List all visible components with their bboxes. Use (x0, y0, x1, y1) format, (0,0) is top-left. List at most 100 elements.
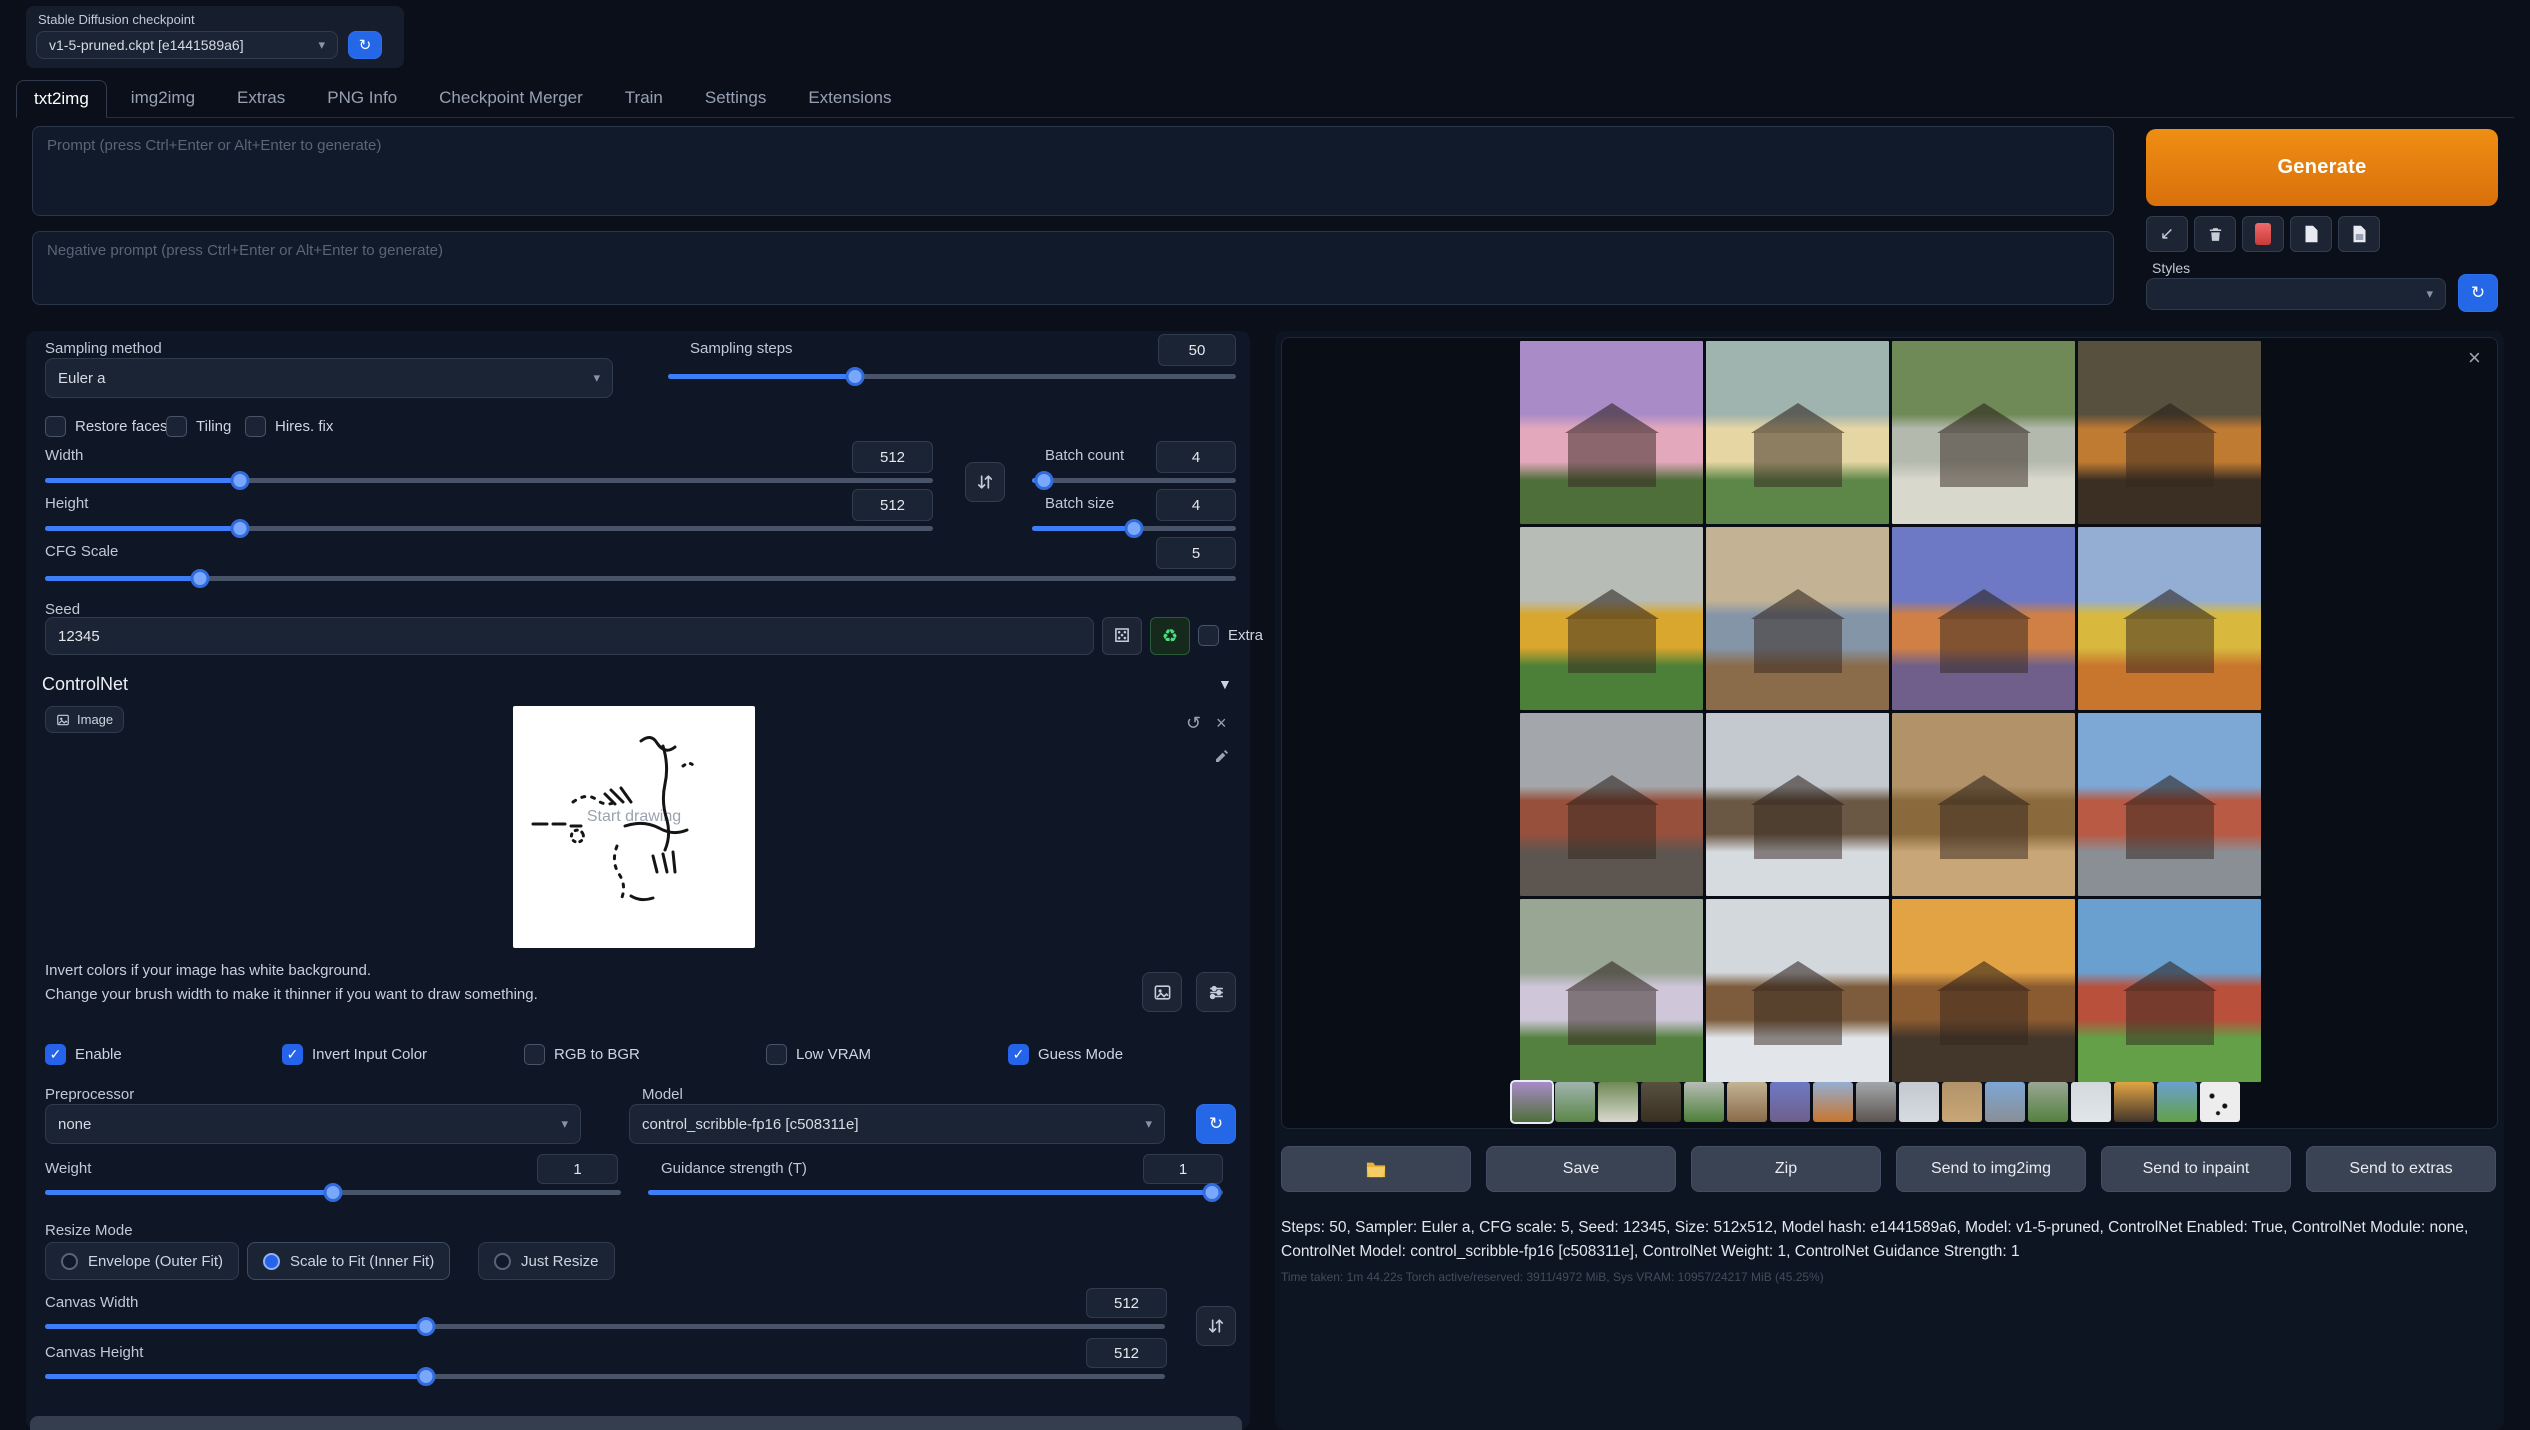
gallery-image[interactable] (1520, 899, 1703, 1082)
batch-size-value[interactable] (1156, 489, 1236, 521)
gallery-thumbnail[interactable] (1512, 1082, 1552, 1122)
collapse-arrow-icon[interactable]: ▼ (1218, 676, 1232, 692)
tab-extensions[interactable]: Extensions (790, 79, 909, 117)
tab-img2img[interactable]: img2img (113, 79, 213, 117)
gallery-thumbnail[interactable] (1899, 1082, 1939, 1122)
apply-style-button[interactable] (2290, 216, 2332, 252)
extra-networks-button[interactable] (2242, 216, 2284, 252)
gallery-image[interactable] (1892, 713, 2075, 896)
gallery-image[interactable] (1892, 341, 2075, 524)
width-value[interactable] (852, 441, 933, 473)
preprocessor-dropdown[interactable]: none ▾ (45, 1104, 581, 1144)
gallery-image[interactable] (2078, 899, 2261, 1082)
sampling-method-dropdown[interactable]: Euler a ▾ (45, 358, 613, 398)
height-slider[interactable] (45, 518, 933, 539)
gallery-image[interactable] (2078, 527, 2261, 710)
clear-prompt-button[interactable] (2194, 216, 2236, 252)
swap-canvas-dimensions-button[interactable] (1196, 1306, 1236, 1346)
tab-train[interactable]: Train (607, 79, 681, 117)
model-dropdown[interactable]: control_scribble-fp16 [c508311e] ▾ (629, 1104, 1165, 1144)
gallery-thumbnail[interactable] (1555, 1082, 1595, 1122)
width-slider[interactable] (45, 470, 933, 491)
slider-handle[interactable] (231, 471, 250, 490)
slider-handle[interactable] (1035, 471, 1054, 490)
gallery-thumbnail[interactable] (1641, 1082, 1681, 1122)
open-folder-button[interactable] (1281, 1146, 1471, 1192)
gallery-thumbnail[interactable] (2028, 1082, 2068, 1122)
weight-value[interactable] (537, 1154, 618, 1184)
slider-handle[interactable] (846, 367, 865, 386)
adjust-settings-button[interactable] (1196, 972, 1236, 1012)
styles-dropdown[interactable]: ▾ (2146, 278, 2446, 310)
restore-faces-checkbox[interactable]: Restore faces (45, 416, 168, 437)
gallery-image[interactable] (1706, 899, 1889, 1082)
prompt-input[interactable] (32, 126, 2114, 216)
send-to-extras-button[interactable]: Send to extras (2306, 1146, 2496, 1192)
resize-mode-envelope[interactable]: Envelope (Outer Fit) (45, 1242, 239, 1280)
resize-mode-just-resize[interactable]: Just Resize (478, 1242, 615, 1280)
slider-handle[interactable] (1202, 1183, 1221, 1202)
slider-handle[interactable] (190, 569, 209, 588)
weight-slider[interactable] (45, 1182, 621, 1203)
sampling-steps-slider[interactable] (668, 366, 1236, 387)
slider-handle[interactable] (324, 1183, 343, 1202)
save-button[interactable]: Save (1486, 1146, 1676, 1192)
gallery-thumbnail[interactable] (1598, 1082, 1638, 1122)
batch-count-slider[interactable] (1032, 470, 1236, 491)
gallery-thumbnail[interactable] (1727, 1082, 1767, 1122)
hires-fix-checkbox[interactable]: Hires. fix (245, 416, 333, 437)
slider-handle[interactable] (1125, 519, 1144, 538)
batch-size-slider[interactable] (1032, 518, 1236, 539)
controlnet-rgb-bgr-checkbox[interactable]: RGB to BGR (524, 1044, 640, 1065)
canvas-height-slider[interactable] (45, 1366, 1165, 1387)
reuse-seed-button[interactable]: ♻ (1150, 617, 1190, 655)
batch-count-value[interactable] (1156, 441, 1236, 473)
cfg-scale-slider[interactable] (45, 568, 1236, 589)
collapsed-section-bar[interactable] (30, 1416, 1242, 1430)
gallery-thumbnail[interactable] (2071, 1082, 2111, 1122)
gallery-thumbnail[interactable] (1813, 1082, 1853, 1122)
seed-input[interactable] (45, 617, 1094, 655)
negative-prompt-input[interactable] (32, 231, 2114, 305)
gallery-image[interactable] (1520, 713, 1703, 896)
send-to-img2img-button[interactable]: Send to img2img (1896, 1146, 2086, 1192)
seed-extra-checkbox[interactable]: Extra (1198, 625, 1263, 646)
canvas-clear-icon[interactable]: × (1216, 714, 1227, 732)
controlnet-enable-checkbox[interactable]: ✓ Enable (45, 1044, 122, 1065)
cfg-scale-value[interactable] (1156, 537, 1236, 569)
gallery-image[interactable] (1706, 527, 1889, 710)
gallery-thumbnail[interactable] (2114, 1082, 2154, 1122)
guidance-strength-slider[interactable] (648, 1182, 1223, 1203)
sampling-steps-value[interactable] (1158, 334, 1236, 366)
checkpoint-dropdown[interactable]: v1-5-pruned.ckpt [e1441589a6] ▾ (36, 31, 338, 59)
tiling-checkbox[interactable]: Tiling (166, 416, 231, 437)
tab-txt2img[interactable]: txt2img (16, 80, 107, 118)
controlnet-low-vram-checkbox[interactable]: Low VRAM (766, 1044, 871, 1065)
gallery-image[interactable] (1706, 713, 1889, 896)
gallery-thumbnail[interactable] (1942, 1082, 1982, 1122)
gallery-thumbnail[interactable] (1684, 1082, 1724, 1122)
generate-button[interactable]: Generate (2146, 129, 2498, 206)
gallery-image[interactable] (1892, 899, 2075, 1082)
height-value[interactable] (852, 489, 933, 521)
canvas-brush-icon[interactable] (1214, 748, 1230, 767)
zip-button[interactable]: Zip (1691, 1146, 1881, 1192)
checkpoint-refresh-button[interactable]: ↻ (348, 31, 382, 59)
gallery-image[interactable] (1520, 341, 1703, 524)
slider-handle[interactable] (416, 1317, 435, 1336)
gallery-thumbnail[interactable] (1770, 1082, 1810, 1122)
canvas-height-value[interactable] (1086, 1338, 1167, 1368)
gallery-thumbnail[interactable] (2200, 1082, 2240, 1122)
model-refresh-button[interactable]: ↻ (1196, 1104, 1236, 1144)
gallery-close-icon[interactable]: × (2468, 347, 2481, 369)
tab-checkpoint-merger[interactable]: Checkpoint Merger (421, 79, 601, 117)
tab-settings[interactable]: Settings (687, 79, 784, 117)
swap-dimensions-button[interactable] (965, 462, 1005, 502)
controlnet-guess-mode-checkbox[interactable]: ✓ Guess Mode (1008, 1044, 1123, 1065)
canvas-width-slider[interactable] (45, 1316, 1165, 1337)
canvas-width-value[interactable] (1086, 1288, 1167, 1318)
controlnet-image-tab[interactable]: Image (45, 706, 124, 733)
gallery-image[interactable] (1892, 527, 2075, 710)
open-image-button[interactable] (1142, 972, 1182, 1012)
tab-png-info[interactable]: PNG Info (309, 79, 415, 117)
